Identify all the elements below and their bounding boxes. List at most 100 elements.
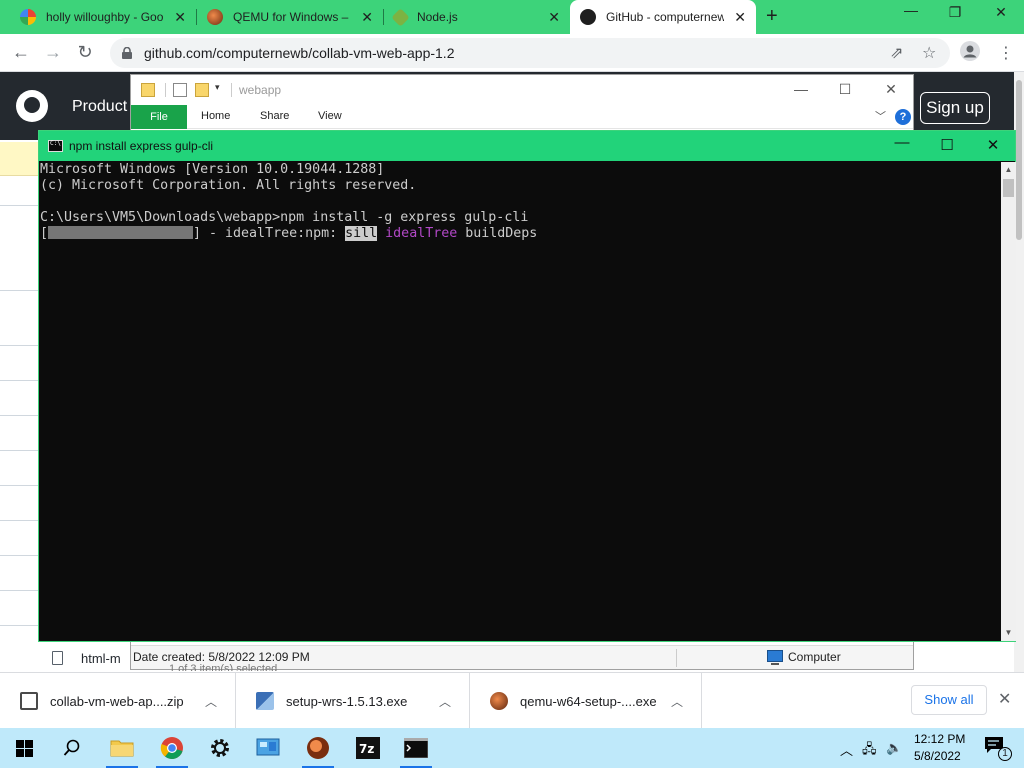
- help-icon[interactable]: ?: [895, 109, 911, 125]
- share-icon[interactable]: ⇗: [890, 43, 903, 63]
- qemu-icon: [307, 737, 329, 759]
- windows-taskbar: 7z ︿ 🖧 🔈 12:12 PM 5/8/2022 1: [0, 728, 1024, 768]
- minimize-icon[interactable]: —: [896, 2, 926, 18]
- download-item[interactable]: setup-wrs-1.5.13.exe ︿: [236, 673, 470, 729]
- new-tab-button[interactable]: +: [766, 6, 778, 26]
- properties-icon[interactable]: [173, 83, 187, 97]
- tab-github[interactable]: GitHub - computernew ✕: [570, 0, 756, 34]
- ribbon-tab-share[interactable]: Share: [260, 110, 289, 122]
- console-output[interactable]: Microsoft Windows [Version 10.0.19044.12…: [39, 162, 1001, 641]
- divider: [0, 380, 40, 381]
- file-row[interactable]: html-m: [36, 645, 136, 671]
- show-all-button[interactable]: Show all: [911, 685, 987, 715]
- ribbon-tab-home[interactable]: Home: [201, 110, 230, 122]
- download-item[interactable]: qemu-w64-setup-....exe ︿: [470, 673, 702, 729]
- new-folder-icon[interactable]: [195, 83, 209, 97]
- scroll-down-icon[interactable]: ▼: [1001, 625, 1016, 641]
- tab-nodejs[interactable]: Node.js ✕: [384, 0, 570, 34]
- ribbon-tab-file[interactable]: File: [131, 105, 187, 129]
- bookmark-star-icon[interactable]: ☆: [922, 43, 936, 63]
- zip-file-icon: [20, 692, 38, 710]
- settings-taskbar-button[interactable]: [196, 728, 244, 768]
- control-panel-taskbar-button[interactable]: [244, 728, 292, 768]
- chrome-icon: [160, 737, 183, 759]
- profile-icon[interactable]: [960, 41, 980, 66]
- action-center-button[interactable]: 1: [984, 736, 1012, 761]
- close-icon[interactable]: ✕: [978, 136, 1008, 154]
- maximize-icon[interactable]: ☐: [932, 136, 962, 154]
- date-created-text: Date created: 5/8/2022 12:09 PM: [133, 650, 310, 664]
- start-button[interactable]: [0, 728, 48, 768]
- minimize-icon[interactable]: —: [789, 81, 813, 97]
- explorer-titlebar: ▾ webapp — ☐ ✕: [131, 75, 913, 105]
- console-titlebar[interactable]: npm install express gulp-cli — ☐ ✕: [39, 131, 1015, 161]
- network-icon[interactable]: 🖧: [862, 740, 877, 762]
- close-download-shelf-icon[interactable]: ✕: [998, 689, 1011, 709]
- clock-date[interactable]: 5/8/2022: [914, 749, 961, 763]
- explorer-ribbon: File Home Share View ﹀ ?: [131, 105, 913, 129]
- close-icon[interactable]: ✕: [879, 81, 903, 98]
- chrome-taskbar-button[interactable]: [148, 728, 196, 768]
- divider: [0, 415, 40, 416]
- close-window-icon[interactable]: ✕: [986, 4, 1016, 21]
- control-panel-icon: [256, 738, 280, 756]
- divider: [0, 345, 40, 346]
- console-line: C:\Users\VM5\Downloads\webapp>npm instal…: [40, 210, 529, 225]
- download-item[interactable]: collab-vm-web-ap....zip ︿: [0, 673, 236, 729]
- progress-bracket-open: [: [40, 226, 49, 241]
- clock-time[interactable]: 12:12 PM: [914, 732, 965, 746]
- google-icon: [20, 9, 36, 25]
- page-scrollbar-thumb[interactable]: [1016, 80, 1022, 240]
- product-menu[interactable]: Product: [72, 98, 127, 116]
- command-prompt-taskbar-button[interactable]: [392, 728, 440, 768]
- lock-icon[interactable]: [122, 46, 132, 59]
- console-line: (c) Microsoft Corporation. All rights re…: [40, 178, 417, 193]
- chevron-up-icon[interactable]: ︿: [439, 693, 451, 710]
- gear-icon: [211, 739, 229, 757]
- search-button[interactable]: [48, 728, 96, 768]
- notification-count-badge: 1: [998, 747, 1012, 761]
- quick-access-dropdown-icon[interactable]: ▾: [215, 82, 229, 96]
- address-bar[interactable]: github.com/computernewb/collab-vm-web-ap…: [110, 38, 950, 68]
- close-icon[interactable]: ✕: [548, 10, 560, 24]
- expand-ribbon-icon[interactable]: ﹀: [875, 108, 886, 124]
- scrollbar-thumb[interactable]: [1003, 179, 1014, 197]
- sign-up-button[interactable]: Sign up: [920, 92, 990, 124]
- command-prompt-window[interactable]: npm install express gulp-cli — ☐ ✕ Micro…: [38, 130, 1016, 642]
- folder-icon[interactable]: [141, 83, 155, 97]
- chevron-up-icon[interactable]: ︿: [840, 740, 853, 759]
- qemu-taskbar-button[interactable]: [294, 728, 342, 768]
- close-icon[interactable]: ✕: [734, 10, 746, 24]
- console-scrollbar[interactable]: ▲ ▼: [1001, 162, 1016, 641]
- maximize-icon[interactable]: ☐: [833, 81, 857, 98]
- chevron-up-icon[interactable]: ︿: [205, 693, 217, 710]
- reload-icon[interactable]: ↻: [74, 42, 96, 62]
- github-logo-icon[interactable]: [16, 90, 48, 122]
- chevron-up-icon[interactable]: ︿: [671, 693, 683, 710]
- computer-label: Computer: [788, 650, 841, 664]
- browser-toolbar: ← → ↻ github.com/computernewb/collab-vm-…: [0, 34, 1024, 72]
- file-icon: [52, 651, 63, 665]
- search-icon: [63, 739, 80, 756]
- divider: [0, 520, 40, 521]
- restore-icon[interactable]: ❐: [940, 4, 970, 21]
- volume-icon[interactable]: 🔈: [886, 740, 902, 756]
- browser-tab-strip: holly willoughby - Goo ✕ QEMU for Window…: [0, 0, 1024, 34]
- scroll-up-icon[interactable]: ▲: [1001, 162, 1016, 178]
- minimize-icon[interactable]: —: [887, 134, 917, 151]
- url-text: github.com/computernewb/collab-vm-web-ap…: [144, 45, 455, 61]
- menu-kebab-icon[interactable]: ⋮: [998, 43, 1014, 63]
- github-icon: [580, 9, 596, 25]
- tab-google-search[interactable]: holly willoughby - Goo ✕: [10, 0, 196, 34]
- ribbon-tab-view[interactable]: View: [318, 110, 342, 122]
- 7zip-taskbar-button[interactable]: 7z: [344, 728, 392, 768]
- tab-qemu[interactable]: QEMU for Windows – I ✕: [197, 0, 383, 34]
- explorer-title: webapp: [239, 83, 282, 97]
- back-icon[interactable]: ←: [10, 42, 32, 62]
- forward-icon[interactable]: →: [42, 42, 64, 62]
- close-icon[interactable]: ✕: [361, 10, 373, 24]
- file-explorer-taskbar-button[interactable]: [98, 728, 146, 768]
- explorer-status-bar: Date created: 5/8/2022 12:09 PM Computer…: [131, 645, 913, 671]
- close-icon[interactable]: ✕: [174, 10, 186, 24]
- progress-task: buildDeps: [457, 226, 538, 241]
